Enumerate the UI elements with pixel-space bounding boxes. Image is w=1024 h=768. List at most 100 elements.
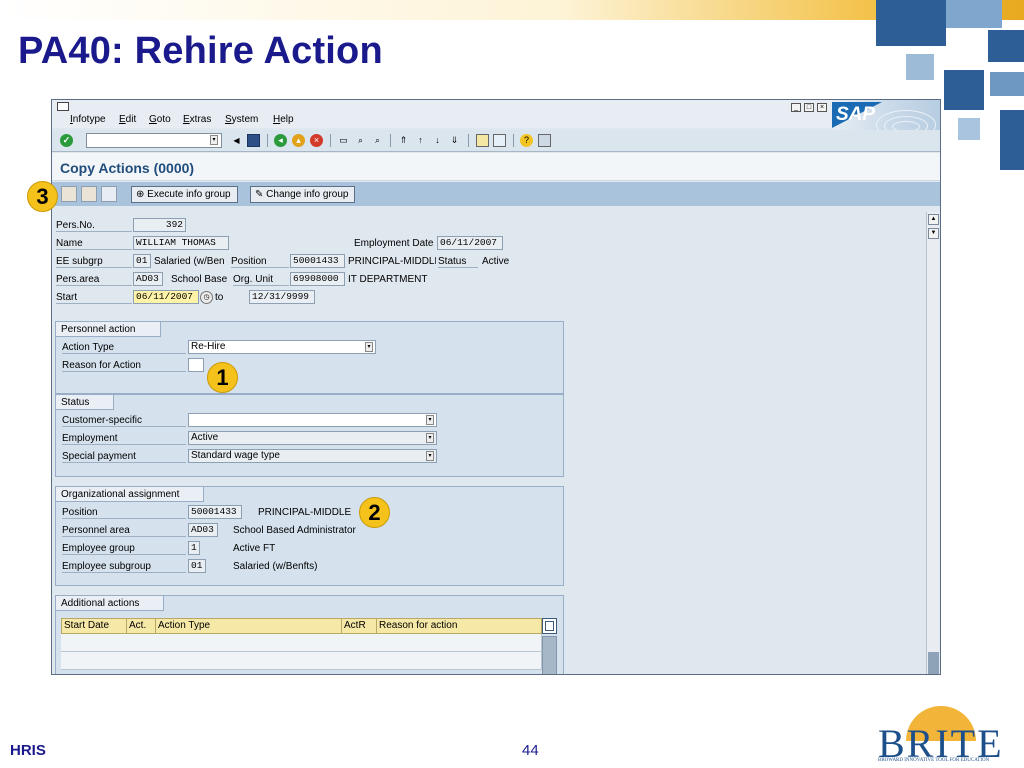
table-cell[interactable] [376,634,542,652]
menu-edit[interactable]: Edit [119,114,136,125]
column-header-action-type[interactable]: Action Type [155,618,342,634]
page-number: 44 [522,742,539,759]
special-payment-dropdown[interactable]: Standard wage type ▾ [188,449,437,463]
help-icon[interactable]: ? [520,134,533,147]
previous-page-icon[interactable]: ↑ [414,134,427,147]
table-scrollbar[interactable] [542,636,557,674]
close-window-icon[interactable]: × [817,103,827,112]
action-type-dropdown[interactable]: Re-Hire ▾ [188,340,376,354]
additional-actions-group: Additional actions Start Date Act. Actio… [55,595,564,674]
name-label: Name [56,237,132,250]
menu-infotype[interactable]: Infotype [70,114,106,125]
execute-info-group-button[interactable]: ⊕ Execute info group [131,186,238,203]
scrollbar-thumb[interactable] [928,652,939,674]
table-cell[interactable] [155,652,342,670]
create-icon[interactable] [61,186,77,202]
exit-icon[interactable]: ▴ [292,134,305,147]
customer-specific-dropdown[interactable]: ▾ [188,413,437,427]
table-cell[interactable] [61,634,127,652]
minimize-icon[interactable]: _ [791,103,801,112]
screen-title-bar: Copy Actions (0000) [52,153,940,181]
decorative-square [990,72,1024,96]
scroll-down-icon[interactable]: ▼ [928,228,939,239]
table-cell[interactable] [341,652,377,670]
column-header-actr[interactable]: ActR [341,618,377,634]
pers-no-label: Pers.No. [56,219,132,232]
command-field[interactable]: ▾ [86,133,222,148]
end-date-field: 12/31/9999 [249,290,315,304]
layout-menu-icon[interactable] [538,134,551,147]
menu-help[interactable]: Help [273,114,294,125]
window-menu-icon[interactable] [57,102,69,111]
dropdown-icon[interactable]: ▾ [426,451,434,461]
menu-bar: Infotype Edit Goto Extras System Help _ … [52,100,940,128]
column-header-reason-for-action[interactable]: Reason for action [376,618,542,634]
last-page-icon[interactable]: ⇓ [448,134,461,147]
dropdown-icon[interactable]: ▾ [426,433,434,443]
cancel-icon[interactable]: × [310,134,323,147]
reason-for-action-field[interactable] [188,358,204,372]
action-type-label: Action Type [62,341,186,354]
pers-area-label: Pers.area [56,273,132,286]
special-payment-label: Special payment [62,450,186,463]
org-position-label: Position [62,506,186,519]
slide: PA40: Rehire Action Infotype Edit Goto E… [0,0,1024,768]
dropdown-icon[interactable]: ▾ [426,415,434,425]
dropdown-icon[interactable]: ▾ [210,135,218,145]
employee-subgroup-label: Employee subgroup [62,560,186,573]
new-session-icon[interactable] [476,134,489,147]
table-cell[interactable] [155,634,342,652]
screen-title: Copy Actions (0000) [60,160,195,176]
status-group-title: Status [56,395,115,410]
save-icon[interactable] [247,134,260,147]
reason-for-action-label: Reason for Action [62,359,186,372]
vertical-scrollbar[interactable]: ▲ ▼ [926,212,939,674]
print-icon[interactable]: ▭ [337,134,350,147]
employee-group-label: Employee group [62,542,186,555]
menu-goto[interactable]: Goto [149,114,171,125]
column-header-start-date[interactable]: Start Date [61,618,127,634]
ee-subgrp-field: 01 [133,254,151,268]
name-field: WILLIAM THOMAS [133,236,229,250]
calendar-icon[interactable]: ◷ [200,291,213,304]
scroll-up-icon[interactable]: ▲ [928,214,939,225]
find-icon[interactable]: ⌕ [354,134,367,147]
menu-system[interactable]: System [225,114,258,125]
pers-no-field: 392 [133,218,186,232]
position-label: Position [231,255,289,268]
pers-area-field: AD03 [133,272,163,286]
change-info-group-button[interactable]: ✎ Change info group [250,186,356,203]
person-icon[interactable] [101,186,117,202]
next-page-icon[interactable]: ↓ [431,134,444,147]
position-field: 50001433 [290,254,345,268]
menu-extras[interactable]: Extras [183,114,211,125]
back-icon[interactable]: ◂ [274,134,287,147]
org-unit-text: IT DEPARTMENT [348,274,428,285]
maximize-icon[interactable]: □ [804,103,814,112]
decorative-square [946,0,1002,28]
shortcut-icon[interactable] [493,134,506,147]
decorative-square [906,54,934,80]
table-cell[interactable] [61,652,127,670]
enter-check-icon[interactable]: ✓ [60,134,73,147]
personnel-area-field: AD03 [188,523,218,537]
find-next-icon[interactable]: ⌕ [371,134,384,147]
first-page-icon[interactable]: ⇑ [397,134,410,147]
org-unit-label: Org. Unit [233,273,289,286]
change-icon[interactable] [81,186,97,202]
personnel-area-label: Personnel area [62,524,186,537]
employment-dropdown[interactable]: Active ▾ [188,431,437,445]
table-cell[interactable] [126,652,156,670]
slide-title: PA40: Rehire Action [18,30,383,72]
ee-subgrp-label: EE subgrp [56,255,132,268]
customer-specific-label: Customer-specific [62,414,186,427]
table-cell[interactable] [126,634,156,652]
table-cell[interactable] [341,634,377,652]
start-date-field[interactable]: 06/11/2007 [133,290,199,304]
org-unit-field: 69908000 [290,272,345,286]
dropdown-icon[interactable]: ▾ [365,342,373,352]
table-cell[interactable] [376,652,542,670]
table-settings-icon[interactable] [542,618,557,634]
column-header-act[interactable]: Act. [126,618,156,634]
back-arrow-small-icon[interactable]: ◀ [230,134,243,147]
